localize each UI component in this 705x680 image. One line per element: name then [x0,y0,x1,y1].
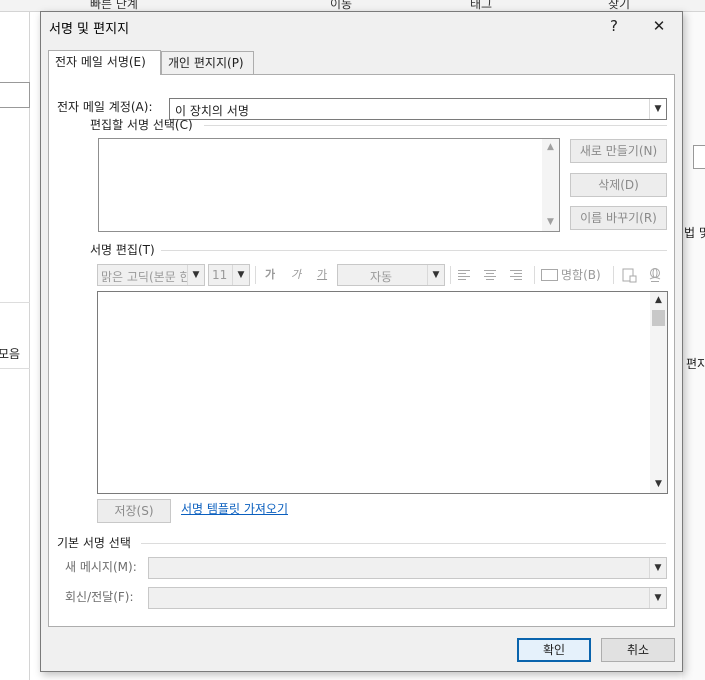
italic-button[interactable]: 가 [286,264,306,286]
scroll-down-icon[interactable]: ▼ [650,476,667,493]
bg-right-label-2: 편지 [686,357,705,371]
background-left-pane: 모음 [0,12,30,680]
signature-list-scrollbar[interactable]: ▲ ▼ [542,139,559,231]
business-card-label: 명함(B) [561,268,601,282]
bold-button[interactable]: 가 [260,264,280,286]
bg-right-label-1: 법 및 [684,226,705,240]
font-size-select[interactable]: 11 ▼ [208,264,250,286]
help-button[interactable]: ? [604,16,624,36]
chevron-down-icon: ▼ [232,265,249,285]
font-size-value: 11 [212,268,228,282]
font-select-value: 맑은 고딕(본문 한 [101,270,187,284]
cancel-button[interactable]: 취소 [601,638,675,662]
underline-button[interactable]: 가 [312,264,332,286]
chevron-down-icon: ▼ [649,588,666,608]
scroll-thumb[interactable] [652,310,665,326]
background-right-pane: 법 및 편지 [682,12,705,680]
rename-signature-button[interactable]: 이름 바꾸기(R) [570,206,667,230]
chevron-down-icon: ▼ [187,265,204,285]
align-left-icon[interactable] [454,264,474,286]
insert-picture-icon[interactable] [619,264,639,286]
scroll-up-icon[interactable]: ▲ [542,139,559,156]
align-right-icon[interactable] [506,264,526,286]
select-signature-label: 편집할 서명 선택(C) [90,118,193,132]
signature-editor[interactable]: ▲ ▼ [97,291,668,494]
edit-signature-label: 서명 편집(T) [90,243,155,257]
signatures-dialog: 서명 및 편지지 ? ✕ 전자 메일 서명(E) 개인 편지지(P) 전자 메일… [40,11,683,672]
default-signature-label: 기본 서명 선택 [57,536,131,550]
font-color-select[interactable]: 자동 ▼ [337,264,445,286]
tab-email-signature[interactable]: 전자 메일 서명(E) [48,50,161,75]
delete-signature-button[interactable]: 삭제(D) [570,173,667,197]
divider [141,543,666,544]
signature-list[interactable]: ▲ ▼ [98,138,560,232]
account-label: 전자 메일 계정(A): [57,100,153,114]
tab-personal-stationery[interactable]: 개인 편지지(P) [161,51,254,74]
reply-forward-label: 회신/전달(F): [65,590,134,604]
business-card-icon [541,268,558,281]
bg-left-label: 모음 [0,347,21,361]
business-card-button[interactable]: 명함(B) [541,264,609,286]
chevron-down-icon: ▼ [649,558,666,578]
new-messages-select[interactable]: ▼ [148,557,667,579]
chevron-down-icon: ▼ [427,265,444,285]
insert-hyperlink-icon[interactable] [645,264,665,286]
account-select[interactable]: 이 장치의 서명 ▼ [169,98,667,120]
ok-button[interactable]: 확인 [517,638,591,662]
dialog-title: 서명 및 편지지 [49,22,130,37]
font-color-value: 자동 [370,270,393,284]
save-button[interactable]: 저장(S) [97,499,171,523]
new-signature-button[interactable]: 새로 만들기(N) [570,139,667,163]
editor-scrollbar[interactable]: ▲ ▼ [650,292,667,493]
new-messages-label: 새 메시지(M): [65,560,137,574]
chevron-down-icon: ▼ [649,99,666,119]
divider [161,250,667,251]
bg-search-box [0,82,30,108]
scroll-up-icon[interactable]: ▲ [650,292,667,309]
scroll-down-icon[interactable]: ▼ [542,214,559,231]
reply-forward-select[interactable]: ▼ [148,587,667,609]
divider [204,125,667,126]
close-button[interactable]: ✕ [649,16,669,36]
align-center-icon[interactable] [480,264,500,286]
font-select[interactable]: 맑은 고딕(본문 한 ▼ [97,264,205,286]
signature-template-link[interactable]: 서명 템플릿 가져오기 [181,500,288,517]
